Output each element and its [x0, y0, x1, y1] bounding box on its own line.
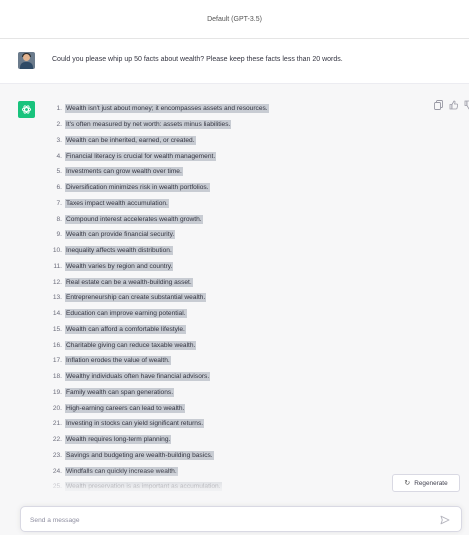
fact-item: 19. Family wealth can span generations.: [45, 385, 425, 401]
fact-number: 18.: [52, 373, 62, 381]
fact-number: 21.: [52, 420, 62, 428]
send-button[interactable]: [439, 514, 451, 526]
fact-number: 7.: [56, 199, 63, 207]
fact-number: 5.: [56, 168, 63, 176]
user-message-row: Could you please whip up 50 facts about …: [0, 39, 469, 84]
fact-item: 17. Inflation erodes the value of wealth.: [45, 353, 425, 369]
fact-text: Wealth can be inherited, earned, or crea…: [65, 135, 196, 145]
fact-text: Investing in stocks can yield significan…: [65, 419, 205, 429]
model-label: Default (GPT-3.5): [207, 15, 262, 23]
fact-item: 10. Inequality affects wealth distributio…: [45, 243, 425, 259]
fact-item: 18. Wealthy individuals often have financ…: [45, 369, 425, 385]
fact-number: 1.: [56, 105, 63, 113]
fact-number: 13.: [52, 294, 62, 302]
fact-text: Wealth can afford a comfortable lifestyl…: [65, 324, 186, 334]
fact-number: 9.: [56, 231, 63, 239]
regenerate-label: Regenerate: [414, 479, 448, 487]
assistant-avatar: [18, 101, 35, 118]
message-actions: [434, 100, 469, 110]
fact-number: 19.: [52, 388, 62, 396]
fact-text: Diversification minimizes risk in wealth…: [65, 183, 210, 193]
fact-text: Taxes impact wealth accumulation.: [65, 198, 169, 208]
fact-text: Charitable giving can reduce taxable wea…: [65, 340, 197, 350]
copy-icon[interactable]: [434, 100, 443, 110]
fact-item: 14. Education can improve earning potenti…: [45, 306, 425, 322]
fact-number: 17.: [52, 357, 62, 365]
message-input[interactable]: [30, 514, 430, 526]
fact-item: 9. Wealth can provide financial security.: [45, 227, 425, 243]
fact-text: Savings and budgeting are wealth-buildin…: [65, 450, 214, 460]
fact-number: 14.: [52, 310, 62, 318]
fact-number: 6.: [56, 184, 63, 192]
fact-text: Investments can grow wealth over time.: [65, 167, 183, 177]
refresh-icon: ↻: [404, 480, 411, 487]
user-message-text: Could you please whip up 50 facts about …: [52, 56, 343, 63]
fact-item: 23. Savings and budgeting are wealth-buil…: [45, 448, 425, 464]
model-header: Default (GPT-3.5): [0, 0, 469, 39]
fact-item: 22. Wealth requires long-term planning.: [45, 432, 425, 448]
fact-number: 15.: [52, 325, 62, 333]
fact-number: 3.: [56, 136, 63, 144]
fact-text: Wealth can provide financial security.: [65, 230, 176, 240]
user-avatar: [18, 52, 35, 69]
fact-number: 23.: [52, 451, 62, 459]
fact-item: 20. High-earning careers can lead to weal…: [45, 400, 425, 416]
fact-text: Wealth isn't just about money; it encomp…: [65, 104, 269, 114]
fact-item: 15. Wealth can afford a comfortable lifes…: [45, 322, 425, 338]
fact-text: High-earning careers can lead to wealth.: [65, 403, 186, 413]
fact-number: 20.: [52, 404, 62, 412]
fact-item: 16. Charitable giving can reduce taxable …: [45, 337, 425, 353]
fact-item: 1. Wealth isn't just about money; it enco…: [45, 101, 425, 117]
thumbs-up-icon[interactable]: [449, 100, 459, 110]
fact-text: Wealthy individuals often have financial…: [65, 372, 211, 382]
thumbs-down-icon[interactable]: [464, 100, 469, 110]
fact-text: Family wealth can span generations.: [65, 387, 175, 397]
fact-item: 4. Financial literacy is crucial for weal…: [45, 148, 425, 164]
fact-item: 6. Diversification minimizes risk in weal…: [45, 180, 425, 196]
fact-item: 7. Taxes impact wealth accumulation.: [45, 196, 425, 212]
fact-text: Financial literacy is crucial for wealth…: [65, 151, 217, 161]
fact-text: Real estate can be a wealth-building ass…: [65, 277, 193, 287]
fact-item: 21. Investing in stocks can yield signifi…: [45, 416, 425, 432]
fact-text: It's often measured by net worth: assets…: [65, 120, 232, 130]
fact-item: 5. Investments can grow wealth over time.: [45, 164, 425, 180]
fact-text: Wealth varies by region and country.: [65, 261, 174, 271]
fact-number: 4.: [56, 152, 63, 160]
fact-text: Compound interest accelerates wealth gro…: [65, 214, 203, 224]
send-icon: [440, 515, 450, 525]
fact-item: 8. Compound interest accelerates wealth g…: [45, 211, 425, 227]
regenerate-button[interactable]: ↻ Regenerate: [392, 474, 460, 492]
fact-item: 2. It's often measured by net worth: asse…: [45, 117, 425, 133]
fact-item: 11. Wealth varies by region and country.: [45, 259, 425, 275]
openai-logo-icon: [21, 105, 32, 114]
fact-number: 12.: [52, 278, 62, 286]
fact-number: 8.: [56, 215, 63, 223]
fact-number: 16.: [52, 341, 62, 349]
fact-number: 11.: [53, 262, 62, 270]
fact-text: Wealth requires long-term planning.: [65, 435, 172, 445]
fact-item: 3. Wealth can be inherited, earned, or cr…: [45, 133, 425, 149]
fact-text: Inflation erodes the value of wealth.: [65, 356, 171, 366]
fact-text: Education can improve earning potential.: [65, 309, 187, 319]
fact-item: 12. Real estate can be a wealth-building …: [45, 274, 425, 290]
fact-item: 13. Entrepreneurship can create substanti…: [45, 290, 425, 306]
fact-number: 2.: [56, 121, 63, 129]
fact-number: 22.: [52, 436, 62, 444]
message-composer[interactable]: [20, 506, 462, 532]
facts-list: 1. Wealth isn't just about money; it enco…: [45, 101, 425, 495]
fact-number: 10.: [52, 247, 62, 255]
fact-text: Entrepreneurship can create substantial …: [65, 293, 207, 303]
fact-text: Inequality affects wealth distribution.: [65, 246, 173, 256]
